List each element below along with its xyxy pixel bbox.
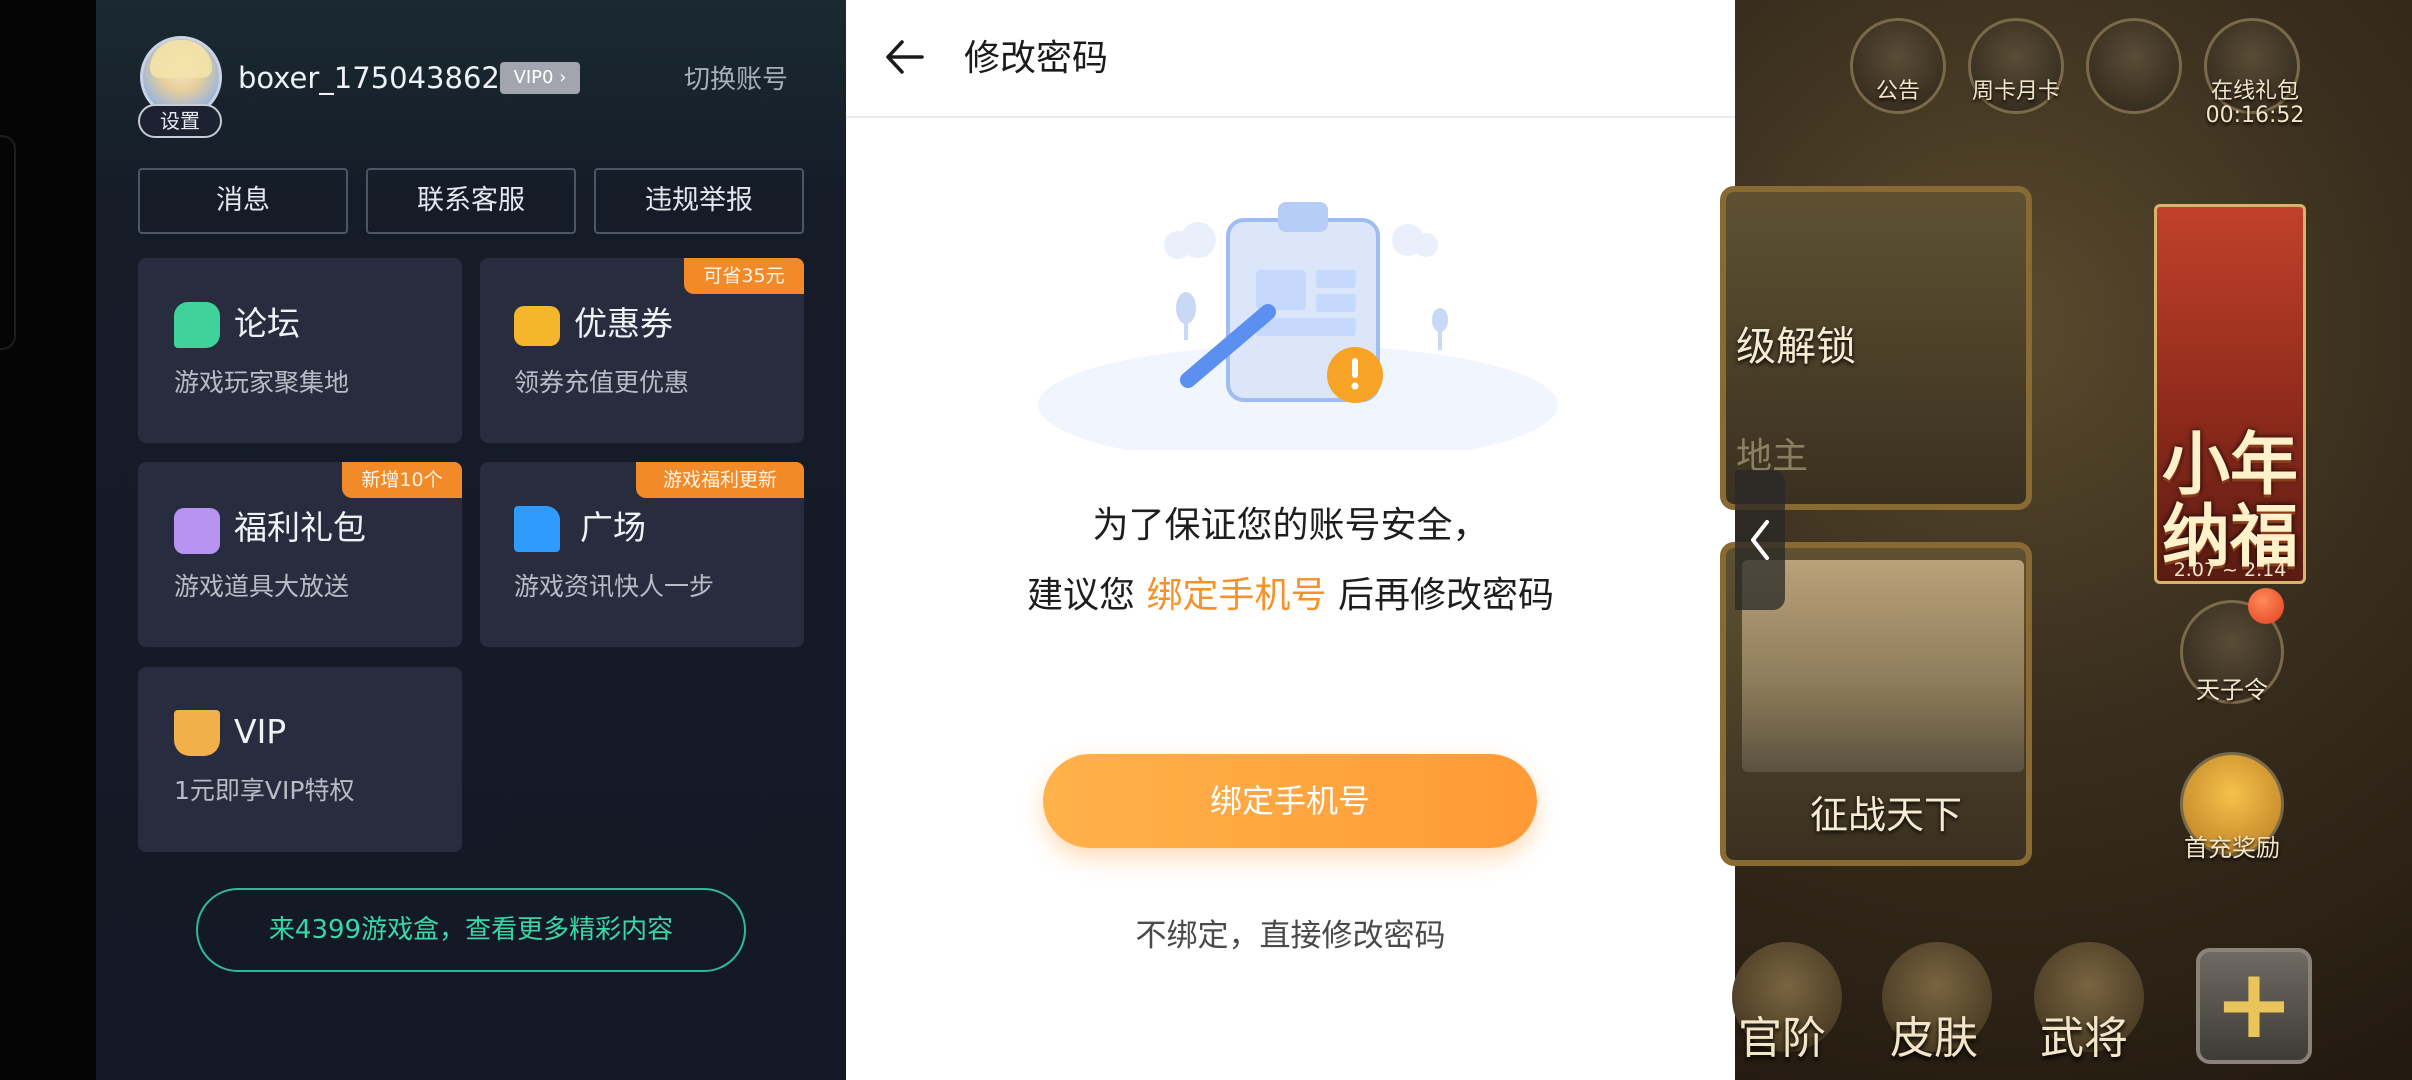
message-line2-highlight: 绑定手机号: [1146, 575, 1327, 616]
report-violation-button[interactable]: 违规举报: [594, 168, 804, 234]
contact-support-button[interactable]: 联系客服: [366, 168, 576, 234]
dialog-title: 修改密码: [964, 38, 1109, 79]
card-vip-subtitle: 1元即享VIP特权: [174, 776, 355, 805]
collapse-tab[interactable]: [1735, 470, 1785, 610]
plus-icon: +: [2213, 948, 2295, 1060]
flag-icon: [514, 506, 560, 552]
crown-icon: [174, 710, 220, 756]
notification-dot: [2248, 588, 2284, 624]
username: boxer_175043862rb: [238, 61, 531, 95]
message-line2-prefix: 建议您: [1027, 575, 1147, 616]
gift-icon: [174, 508, 220, 554]
first-recharge-label: 首充奖励: [2184, 834, 2280, 862]
edge-handle[interactable]: [0, 135, 16, 350]
card-gift-pack-subtitle: 游戏道具大放送: [174, 572, 350, 601]
sword-icon[interactable]: [2086, 18, 2182, 114]
plaza-ribbon: 游戏福利更新: [636, 462, 804, 498]
security-message-line2: 建议您 绑定手机号 后再修改密码: [846, 568, 1735, 624]
card-vip[interactable]: [138, 667, 462, 852]
card-coupon-subtitle: 领券充值更优惠: [514, 368, 690, 397]
online-gift-timer: 00:16:52: [2205, 103, 2305, 128]
announcement-label: 公告: [1875, 79, 1920, 104]
card-plaza-subtitle: 游戏资讯快人一步: [514, 572, 715, 601]
vip-badge[interactable]: VIP0 ›: [500, 62, 580, 94]
conquer-world-label: 征战天下: [1809, 793, 1962, 837]
card-forum[interactable]: [138, 258, 462, 443]
rank-label: 官阶: [1738, 1013, 1826, 1064]
bind-phone-button[interactable]: 绑定手机号: [1043, 754, 1537, 848]
switch-account-link[interactable]: 切换账号: [684, 62, 788, 98]
coupon-ribbon: 可省35元: [684, 258, 804, 294]
unlock-banner-text: 级解锁: [1736, 324, 1856, 370]
coupon-icon: [514, 306, 560, 346]
chat-bubble-icon: [174, 302, 220, 348]
card-forum-title: 论坛: [234, 304, 300, 343]
card-vip-title: VIP: [234, 712, 287, 751]
festival-event-dates: 2.07 ~ 2.14: [2173, 559, 2287, 581]
card-gift-pack-title: 福利礼包: [234, 508, 366, 547]
weekly-monthly-card-label: 周卡月卡: [1971, 79, 2060, 104]
skin-label: 皮肤: [1890, 1013, 1978, 1064]
card-coupon-title: 优惠券: [574, 304, 673, 343]
gift-pack-ribbon: 新增10个: [342, 462, 462, 498]
general-label: 武将: [2040, 1013, 2128, 1064]
festival-event-title: 小年纳福: [2161, 426, 2298, 577]
skip-bind-link[interactable]: 不绑定，直接修改密码: [846, 914, 1735, 958]
clipboard-warning-illustration: [1038, 202, 1558, 450]
back-arrow-icon[interactable]: [880, 32, 930, 82]
token-label: 天子令: [2196, 676, 2268, 704]
card-forum-subtitle: 游戏玩家聚集地: [174, 368, 350, 397]
game-box-promo-banner[interactable]: 来4399游戏盒，查看更多精彩内容: [196, 888, 746, 972]
chevron-left-icon: [1751, 520, 1769, 560]
card-plaza-title: 广场: [580, 508, 646, 547]
message-line2-suffix: 后再修改密码: [1326, 575, 1554, 616]
security-message-line1: 为了保证您的账号安全，: [1092, 505, 1489, 546]
settings-button[interactable]: 设置: [138, 104, 222, 138]
messages-button[interactable]: 消息: [138, 168, 348, 234]
